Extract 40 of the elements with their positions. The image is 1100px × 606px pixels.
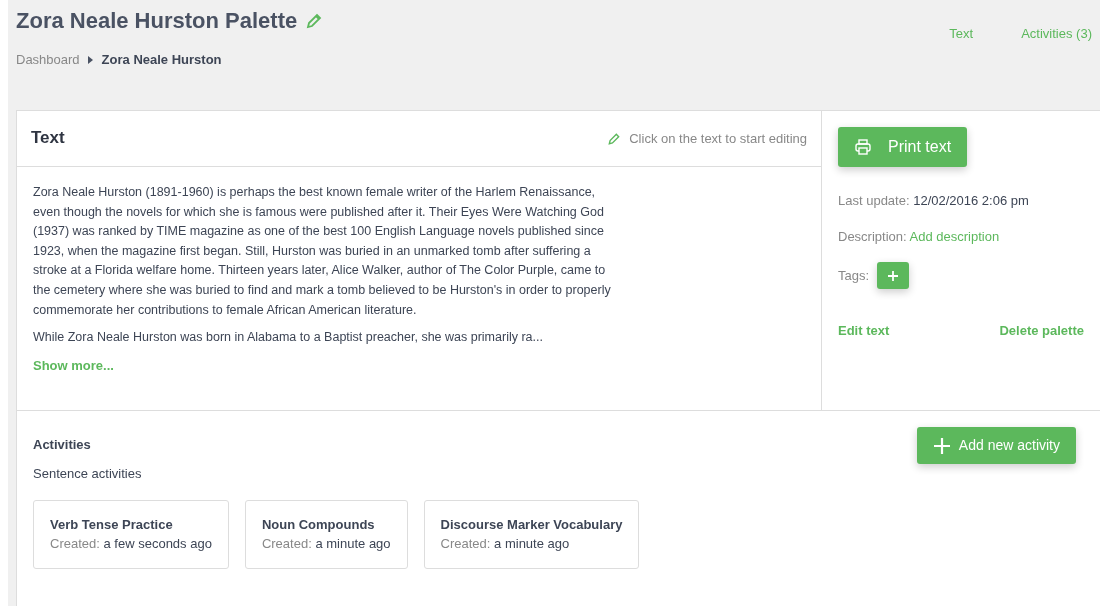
nav-link[interactable]: Activities (3)	[1021, 24, 1092, 110]
activity-card[interactable]: Noun Compounds Created: a minute ago	[244, 499, 408, 569]
activity-title: Verb Tense Practice	[50, 515, 174, 534]
editing-hint: Click on the text to start editing	[629, 129, 807, 148]
field-value: a few seconds ago	[103, 536, 212, 551]
field-label: Created:	[50, 536, 100, 551]
page-title: Zora Neale Hurston Palette	[16, 8, 298, 35]
section-title: Text	[31, 128, 65, 149]
field-value: a minute ago	[494, 536, 570, 551]
show-more-link[interactable]: Show more...	[33, 355, 114, 376]
field-label: Tags:	[838, 266, 870, 285]
text-paragraph: Zora Neale Hurston (1891-1960) is perhaps the best known female writer of the Harlem Renaissance, even though the novels for which she is famous were published after it. Their Eyes Were Watching God (1937) was ranked by TIME magazine as one of the best 100 English Language novels published since 1923, when the magazine first began. Still, Hurston was buried in an unmarked tomb after suffering a stroke at a Florida welfare home. Thirteen years later, Alice Walker, author of The Color Purple, came to the cemetery where she was buried to find and mark a tomb believed to be Hurston's in order to properly commemorate her contributions to female African American literature.	[33, 184, 612, 319]
plus-icon	[887, 269, 900, 282]
activity-title: Discourse Marker Vocabulary	[440, 515, 623, 534]
plus-icon	[932, 436, 951, 455]
text-paragraph: While Zora Neale Hurston was born in Alabama to a Baptist preacher, she was primarily ra...	[33, 329, 544, 347]
field-label: Created:	[261, 536, 312, 551]
field-label: Created:	[440, 536, 491, 551]
field-value: 12/02/2016 2:06 pm	[913, 193, 1029, 208]
field-label: Description:	[838, 228, 907, 244]
breadcrumb-item: Zora Neale Hurston	[101, 51, 222, 70]
activity-card[interactable]: Verb Tense Practice Created: a few seconds ago	[33, 499, 229, 569]
pencil-icon[interactable]	[305, 12, 324, 31]
print-button[interactable]: Print text	[838, 127, 968, 167]
add-description-link[interactable]: Add description	[909, 228, 1000, 244]
add-activity-button[interactable]: Add new activity	[916, 427, 1076, 464]
breadcrumb-item[interactable]: Dashboard	[16, 50, 80, 70]
field-value: a minute ago	[315, 536, 391, 551]
group-title: Sentence activities	[33, 465, 143, 483]
add-tag-button[interactable]	[877, 262, 910, 289]
field-label: Last update:	[838, 193, 910, 208]
activity-card[interactable]: Discourse Marker Vocabulary Created: a minute ago	[423, 499, 640, 569]
activity-title: Noun Compounds	[261, 515, 376, 534]
delete-palette-link[interactable]: Delete palette	[999, 321, 1084, 341]
printer-icon	[854, 138, 872, 156]
nav-link[interactable]: Text	[949, 24, 974, 110]
pencil-icon	[607, 131, 622, 146]
caret-icon	[87, 56, 94, 65]
edit-text-link[interactable]: Edit text	[838, 321, 890, 341]
section-title: Activities	[33, 436, 91, 454]
